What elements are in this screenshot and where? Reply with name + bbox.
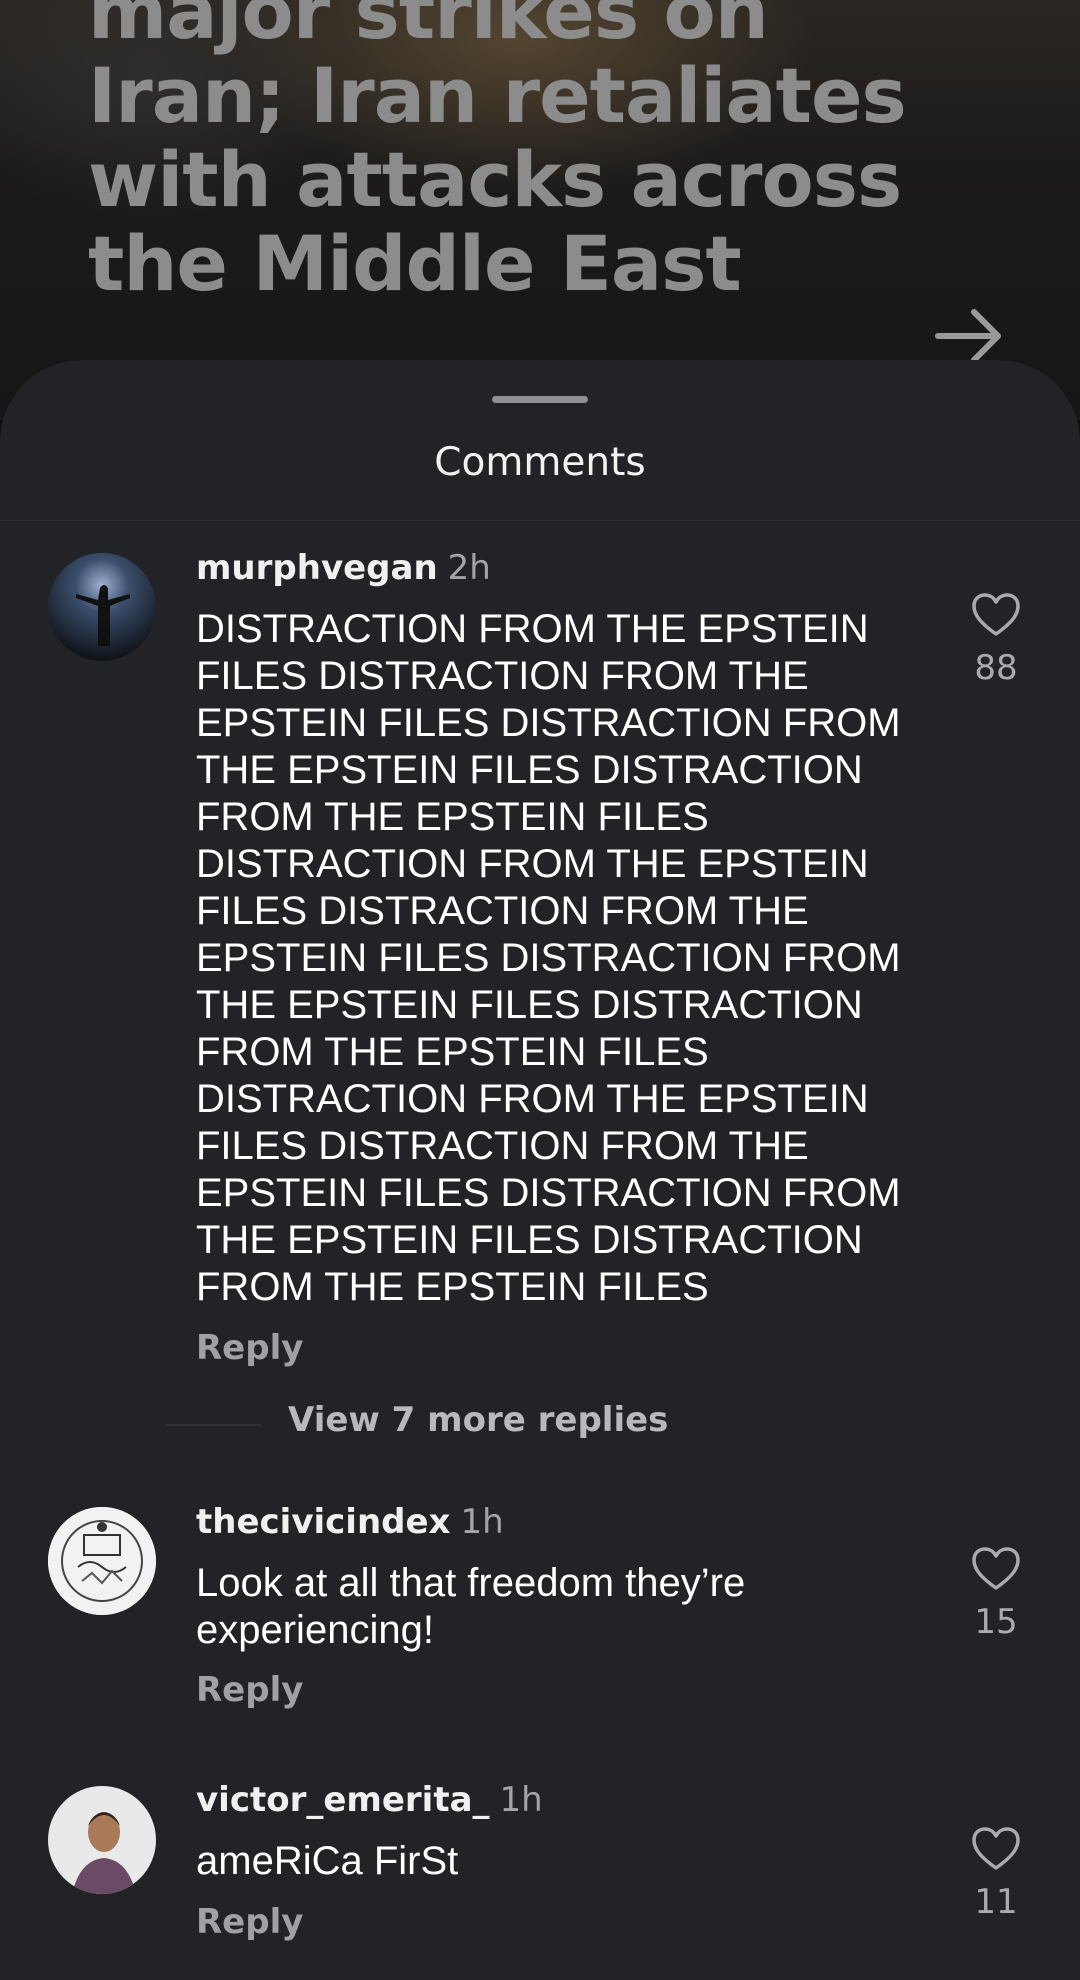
like-control[interactable]: 11 [946, 1826, 1046, 1922]
heart-outline-icon[interactable] [971, 592, 1021, 638]
comment-time: 2h [447, 548, 491, 588]
like-count: 11 [974, 1882, 1018, 1922]
avatar[interactable] [48, 1786, 156, 1894]
reply-button[interactable]: Reply [196, 1328, 303, 1368]
comment-time: 1h [460, 1502, 504, 1542]
arrow-right-icon[interactable] [934, 306, 1006, 366]
heart-outline-icon[interactable] [971, 1826, 1021, 1872]
avatar[interactable] [48, 1507, 156, 1615]
like-control[interactable]: 15 [946, 1546, 1046, 1642]
comment-username[interactable]: victor_emerita_ 1h [196, 1780, 543, 1820]
avatar[interactable] [48, 553, 156, 661]
sheet-title: Comments [434, 440, 646, 485]
comments-sheet: Comments murphvegan 2h DISTRACTION FROM T… [0, 360, 1080, 1980]
comment-time: 1h [499, 1780, 543, 1820]
divider [0, 520, 1080, 521]
view-replies-label[interactable]: View 7 more replies [288, 1400, 668, 1440]
heart-outline-icon[interactable] [971, 1546, 1021, 1592]
comment-text: ameRiCa FirSt [196, 1839, 459, 1883]
post-headline: major strikes on Iran; Iran retaliates w… [88, 0, 907, 308]
comment-text: Look at all that freedom they’re experie… [196, 1561, 746, 1652]
like-count: 15 [974, 1602, 1018, 1642]
background-post-card: major strikes on Iran; Iran retaliates w… [0, 0, 1080, 420]
comment-username[interactable]: thecivicindex 1h [196, 1502, 504, 1542]
replies-connector-line [166, 1424, 261, 1426]
reply-button[interactable]: Reply [196, 1670, 303, 1710]
sheet-drag-handle[interactable] [492, 396, 588, 403]
like-count: 88 [974, 648, 1018, 688]
view-more-replies[interactable]: View 7 more replies [166, 1400, 866, 1450]
comment-text: DISTRACTION FROM THE EPSTEIN FILES DISTR… [196, 607, 901, 1309]
like-control[interactable]: 88 [946, 592, 1046, 688]
comment-username[interactable]: murphvegan 2h [196, 548, 491, 588]
reply-button[interactable]: Reply [196, 1902, 303, 1942]
